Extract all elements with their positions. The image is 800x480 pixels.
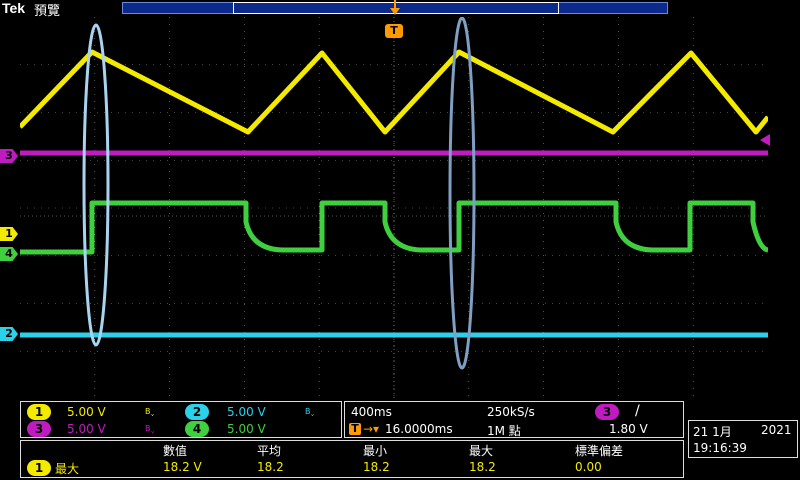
date-year: 2021 <box>761 423 792 437</box>
trigger-position[interactable]: 16.0000ms <box>385 422 453 436</box>
ch2-badge[interactable]: 2 <box>185 404 209 420</box>
date-day-month: 21 1月 <box>693 425 732 439</box>
waveform-display[interactable] <box>20 17 768 399</box>
measure-channel-badge[interactable]: 1 <box>27 460 51 476</box>
ch1-scale[interactable]: 5.00 V <box>67 405 106 419</box>
trigger-pos-icon: T <box>349 423 361 435</box>
top-status-bar: Tek 預覽 <box>0 0 800 19</box>
ch3-bw-limit-icon: Bˬ <box>145 424 155 433</box>
brand-logo: Tek <box>2 0 26 16</box>
trigger-source-badge[interactable]: 3 <box>595 404 619 420</box>
ch1-marker[interactable]: 1 <box>0 227 18 241</box>
ch1-badge[interactable]: 1 <box>27 404 51 420</box>
sample-rate: 250kS/s <box>487 405 535 419</box>
trigger-level-icon[interactable] <box>760 134 770 146</box>
ch3-badge[interactable]: 3 <box>27 421 51 437</box>
ch1-bw-limit-icon: Bˬ <box>145 407 155 416</box>
measure-header-mean: 平均 <box>257 444 282 458</box>
time-per-div[interactable]: 400ms <box>351 405 392 419</box>
ch4-scale[interactable]: 5.00 V <box>227 422 266 436</box>
trigger-slope-icon[interactable]: / <box>635 403 640 419</box>
measure-type[interactable]: 最大 <box>55 460 79 477</box>
measure-value: 18.2 V <box>163 460 202 474</box>
trigger-marker-icon: T <box>385 24 403 38</box>
ch2-scale[interactable]: 5.00 V <box>227 405 266 419</box>
measure-stddev: 0.00 <box>575 460 602 474</box>
clock-time: 19:16:39 <box>693 441 747 455</box>
measure-header-max: 最大 <box>469 444 494 458</box>
ch2-marker[interactable]: 2 <box>0 327 18 341</box>
record-length[interactable]: 1M 點 <box>487 422 521 439</box>
channel-settings-panel: 1 5.00 V Bˬ 2 5.00 V Bˬ 3 5.00 V Bˬ 4 5.… <box>20 401 342 438</box>
measure-header-stddev: 標準偏差 <box>575 444 624 458</box>
measure-mean: 18.2 <box>257 460 284 474</box>
measure-header-value: 數值 <box>163 444 188 458</box>
trigger-position-icon[interactable] <box>388 0 402 17</box>
ch4-badge[interactable]: 4 <box>185 421 209 437</box>
ch3-marker[interactable]: 3 <box>0 149 18 163</box>
measure-min: 18.2 <box>363 460 390 474</box>
ch4-marker[interactable]: 4 <box>0 247 18 261</box>
trigger-level[interactable]: 1.80 V <box>609 422 648 436</box>
ch3-scale[interactable]: 5.00 V <box>67 422 106 436</box>
date-time-panel: 21 1月 2021 19:16:39 <box>688 420 798 458</box>
measure-max: 18.2 <box>469 460 496 474</box>
ch2-bw-limit-icon: Bˬ <box>305 407 315 416</box>
measurement-panel: 數值 平均 最小 最大 標準偏差 1 最大 18.2 V 18.2 18.2 1… <box>20 440 684 478</box>
measure-header-min: 最小 <box>363 444 388 458</box>
trigger-pos-arrow-icon: →▾ <box>363 422 380 436</box>
timebase-trigger-panel: 400ms 250kS/s 3 / T →▾ 16.0000ms 1M 點 1.… <box>344 401 684 438</box>
